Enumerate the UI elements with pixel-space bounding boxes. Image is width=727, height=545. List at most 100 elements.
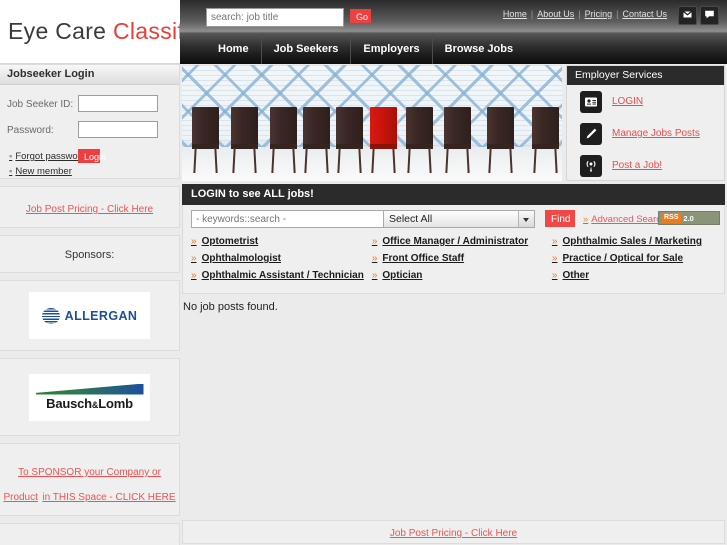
id-card-icon — [580, 91, 602, 113]
rss-badge[interactable]: RSS 2.0 — [658, 211, 720, 225]
sponsor-allergan-panel[interactable]: ALLERGAN — [0, 280, 180, 351]
sidebar-bottom-panel — [0, 523, 180, 545]
category-office-manager-administrator[interactable]: » Office Manager / Administrator — [372, 236, 544, 247]
nav-employers[interactable]: Employers — [351, 34, 433, 64]
rss-version: 2.0 — [683, 213, 694, 223]
password-label: Password: — [7, 125, 54, 136]
job-search-bar: Select All Find »Advanced Search RSS 2.0 — [182, 205, 725, 233]
category-optometrist[interactable]: » Optometrist — [191, 236, 364, 247]
top-bar: Go Home|About Us|Pricing|Contact Us — [180, 0, 727, 34]
chair — [270, 107, 297, 173]
bullet-icon: » — [191, 236, 197, 247]
nav-browse-jobs[interactable]: Browse Jobs — [433, 34, 525, 64]
chair — [444, 107, 471, 173]
password-row: Password: — [0, 119, 179, 145]
category-other[interactable]: » Other — [552, 270, 724, 281]
category-column-2: » Office Manager / Administrator » Front O… — [364, 236, 544, 287]
job-categories: » Optometrist » Ophthalmologist » Ophthalmi… — [182, 233, 725, 294]
sponsors-title-panel: Sponsors: — [0, 235, 180, 273]
chair — [231, 107, 258, 173]
bullet-icon: » — [191, 253, 197, 264]
category-ophthalmologist[interactable]: » Ophthalmologist — [191, 253, 364, 264]
bullet-icon: » — [371, 253, 378, 264]
jobseeker-login-panel: Jobseeker Login Job Seeker ID: Password:… — [0, 64, 180, 179]
chevron-down-icon — [518, 211, 534, 227]
chair — [303, 107, 330, 173]
sidebar-pricing-panel: Job Post Pricing - Click Here — [0, 186, 180, 228]
sidebar-pricing-link[interactable]: Job Post Pricing - Click Here — [26, 204, 153, 215]
category-column-3: » Ophthalmic Sales / Marketing » Practice … — [544, 236, 724, 287]
manage-jobs-posts-row[interactable]: Manage Jobs Posts — [567, 121, 724, 149]
broadcast-icon — [580, 155, 602, 177]
page-root: Eye Care Classifieds Go Home|About Us|Pr… — [0, 0, 727, 545]
top-link-pricing[interactable]: Pricing — [581, 9, 617, 19]
bullet-icon: » — [583, 214, 589, 225]
site-header: Eye Care Classifieds Go Home|About Us|Pr… — [0, 0, 727, 64]
category-select-value: Select All — [389, 213, 433, 225]
sponsor-cta-panel[interactable]: To SPONSOR your Company or Product in TH… — [0, 443, 180, 516]
chair — [406, 107, 433, 173]
advanced-search-link[interactable]: » Advanced Search — [583, 214, 666, 225]
main-navigation: Home Job Seekers Employers Browse Jobs — [180, 34, 727, 64]
bullet-icon: » — [551, 236, 558, 247]
sponsor-logo-allergan: ALLERGAN — [29, 292, 150, 339]
category-select[interactable]: Select All — [383, 210, 535, 228]
category-ophthalmic-sales-marketing[interactable]: » Ophthalmic Sales / Marketing — [552, 236, 724, 247]
password-input[interactable] — [78, 121, 158, 138]
top-link-home[interactable]: Home — [499, 9, 531, 19]
bullet-icon: » — [191, 270, 197, 281]
site-logo[interactable]: Eye Care Classifieds — [0, 0, 227, 64]
category-front-office-staff[interactable]: » Front Office Staff — [372, 253, 544, 264]
keywords-input[interactable] — [191, 210, 385, 228]
employer-services-panel: Employer Services LOGIN Manage Jobs Post… — [566, 65, 725, 181]
footer-pricing-link[interactable]: Job Post Pricing - Click Here — [390, 528, 517, 539]
login-prompt-banner: LOGIN to see ALL jobs! — [182, 184, 725, 205]
bullet-icon: » — [551, 253, 558, 264]
category-practice-optical-for-sale[interactable]: » Practice / Optical for Sale — [552, 253, 724, 264]
new-member-link[interactable]: ▪ New member — [9, 166, 179, 177]
manage-jobs-posts-link[interactable]: Manage Jobs Posts — [612, 128, 700, 139]
chair — [336, 107, 363, 173]
bullet-icon: ▪ — [9, 151, 13, 162]
allergan-mark-icon — [41, 307, 60, 324]
category-optician[interactable]: » Optician — [372, 270, 544, 281]
sponsor-logo-bausch-lomb: Bausch&Lomb — [29, 373, 150, 421]
category-column-1: » Optometrist » Ophthalmologist » Ophthalmi… — [183, 236, 364, 287]
chair-highlighted — [370, 107, 397, 173]
bullet-icon: » — [371, 236, 378, 247]
results-message: No job posts found. — [183, 301, 278, 313]
nav-job-seekers[interactable]: Job Seekers — [262, 34, 352, 64]
allergan-label: ALLERGAN — [64, 308, 138, 323]
jobseeker-login-title: Jobseeker Login — [0, 65, 179, 85]
chair — [192, 107, 219, 173]
top-link-about-us[interactable]: About Us — [533, 9, 578, 19]
employer-login-link[interactable]: LOGIN — [612, 96, 643, 107]
search-input[interactable] — [206, 8, 344, 27]
logo-primary: Eye Care — [8, 18, 107, 44]
find-button[interactable]: Find — [545, 210, 575, 227]
sponsors-title: Sponsors: — [64, 249, 115, 261]
banner-image — [182, 65, 562, 181]
bullet-icon: » — [551, 270, 558, 281]
employer-services-title: Employer Services — [567, 66, 724, 85]
login-button[interactable]: Login — [78, 149, 106, 163]
post-a-job-link[interactable]: Post a Job! — [612, 160, 662, 171]
bullet-icon: » — [371, 270, 378, 281]
chat-icon[interactable] — [700, 6, 719, 25]
top-link-contact-us[interactable]: Contact Us — [618, 9, 671, 19]
job-seeker-id-input[interactable] — [78, 95, 158, 112]
top-links: Home | About Us | Pricing | Contact Us — [499, 9, 671, 19]
footer: Job Post Pricing - Click Here — [182, 520, 725, 544]
sponsor-cta-line2[interactable]: in THIS Space - CLICK HERE — [42, 492, 175, 503]
bullet-icon: ▪ — [9, 166, 13, 177]
category-ophthalmic-assistant-technician[interactable]: » Ophthalmic Assistant / Technician — [191, 270, 364, 281]
chair — [532, 107, 559, 173]
post-a-job-row[interactable]: Post a Job! — [567, 153, 724, 181]
go-button[interactable]: Go — [350, 9, 371, 23]
rss-label: RSS — [661, 213, 682, 223]
mail-icon[interactable] — [678, 6, 697, 25]
job-seeker-id-label: Job Seeker ID: — [7, 99, 74, 110]
sponsor-bausch-lomb-panel[interactable]: Bausch&Lomb — [0, 358, 180, 436]
nav-home[interactable]: Home — [206, 34, 262, 64]
employer-login-row[interactable]: LOGIN — [567, 89, 724, 117]
